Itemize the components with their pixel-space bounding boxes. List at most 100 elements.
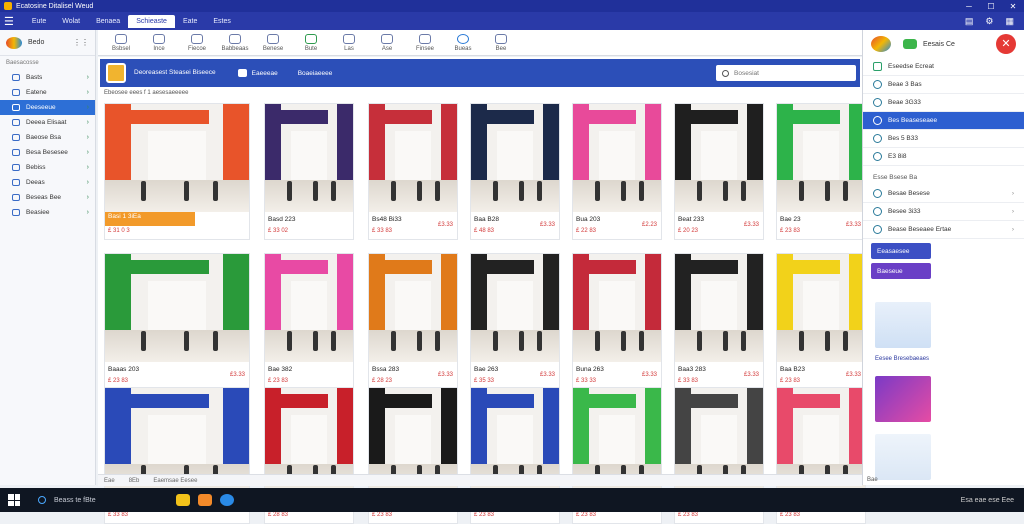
hamburger-icon[interactable]: ☰ <box>4 15 14 28</box>
toolbar-button[interactable]: Las <box>332 33 366 52</box>
promo-image-3[interactable] <box>875 434 931 480</box>
product-price: £ 23 83 <box>268 378 289 384</box>
sidebar-item[interactable]: Deeseeue › <box>0 100 95 115</box>
sidebar-item[interactable]: Deeas › <box>0 175 95 190</box>
toolbar-button[interactable]: Bsbsel <box>104 33 138 52</box>
product-card[interactable]: Bae 382 £ 23 83 <box>264 253 354 390</box>
store-photo[interactable] <box>675 104 763 212</box>
browser-icon[interactable] <box>219 494 234 506</box>
store-photo[interactable] <box>777 254 865 362</box>
sidebar-item[interactable]: Baeose Bsa › <box>0 130 95 145</box>
close-button[interactable]: ✕ <box>1002 2 1024 11</box>
product-card[interactable]: Baa B28 £ 48 83 £3.33 <box>470 103 560 240</box>
panel-row[interactable]: Beae 3G33 <box>863 94 1024 112</box>
store-floor <box>265 329 353 362</box>
product-card[interactable]: Bssa 283 £ 28 23 £3.33 <box>368 253 458 390</box>
panel-row[interactable]: E3 8i8 <box>863 148 1024 166</box>
banner-chip[interactable]: Eaeeeae <box>237 69 278 77</box>
store-photo[interactable] <box>675 254 763 362</box>
system-tray: Esa eae ese Eee <box>960 496 1014 504</box>
menu-item-4[interactable]: Schieaste <box>128 14 175 28</box>
panel-row[interactable]: Beae 3 Bas <box>863 76 1024 94</box>
grid-icon[interactable]: ▦ <box>1005 16 1014 27</box>
maximize-button[interactable]: ☐ <box>980 2 1002 11</box>
menu-item-2[interactable]: Wolat <box>54 15 88 28</box>
store-photo[interactable] <box>573 254 661 362</box>
shopper-figure <box>184 331 190 352</box>
product-card[interactable]: Bae 263 £ 35 33 £3.33 <box>470 253 560 390</box>
product-caption: Basd 223 <box>268 216 296 223</box>
sidebar-item[interactable]: Deeea Elisaat › <box>0 115 95 130</box>
document-icon[interactable]: ▤ <box>965 16 974 27</box>
settings-icon[interactable]: ⚙ <box>985 16 993 27</box>
product-card[interactable]: Buna 263 £ 33 33 £3.33 <box>572 253 662 390</box>
chevron-right-icon: › <box>86 89 89 96</box>
menu-item-5[interactable]: Eate <box>175 15 205 28</box>
panel-row[interactable]: Bes 5 B33 <box>863 130 1024 148</box>
toolbar-button[interactable]: Ase <box>370 33 404 52</box>
product-card[interactable]: Baaas 203 £ 23 83 £3.33 <box>104 253 250 390</box>
sidebar-item[interactable]: Beasiee › <box>0 205 95 220</box>
store-photo[interactable] <box>573 104 661 212</box>
menu-item-6[interactable]: Estes <box>205 15 239 28</box>
toolbar-label: Ase <box>381 45 393 52</box>
sidebar-item[interactable]: Bebiss › <box>0 160 95 175</box>
panel-button-primary[interactable]: Eeasaesee <box>871 243 931 259</box>
panel-row[interactable]: Besee 3i33 › <box>863 203 1024 221</box>
sidebar-item[interactable]: Besa Besesee › <box>0 145 95 160</box>
toolbar-button[interactable]: Babbeaas <box>218 33 252 52</box>
sidebar-item[interactable]: Basts › <box>0 70 95 85</box>
menu-item-3[interactable]: Benaea <box>88 15 128 28</box>
promo-image-2[interactable] <box>875 376 931 422</box>
shopper-figure <box>141 181 146 202</box>
card-icon <box>237 69 247 77</box>
toolbar-button[interactable]: Bee <box>484 33 518 52</box>
product-card[interactable]: Basi 1 3iEa £ 31 0 3 <box>104 103 250 240</box>
store-photo[interactable] <box>265 254 353 362</box>
search-input[interactable] <box>734 69 844 77</box>
store-photo[interactable] <box>777 104 865 212</box>
brand-logo <box>6 36 22 49</box>
product-card[interactable]: Beat 233 £ 20 23 £3.33 <box>674 103 764 240</box>
toolbar-button[interactable]: Fiecoe <box>180 33 214 52</box>
store-photo[interactable] <box>369 104 457 212</box>
panel-button-secondary[interactable]: Baeseue <box>871 263 931 279</box>
panel-row[interactable]: Bes Beaseseaee <box>863 112 1024 130</box>
store-photo[interactable] <box>471 254 559 362</box>
panel-row-label: Beae 3G33 <box>888 99 921 106</box>
panel-row[interactable]: Besae Besese › <box>863 185 1024 203</box>
minimize-button[interactable]: ─ <box>958 2 980 11</box>
toolbar-button[interactable]: Bueas <box>446 33 480 52</box>
store-photo[interactable] <box>369 254 457 362</box>
panel-row[interactable]: Bease Beseaee Ertae › <box>863 221 1024 239</box>
store-app-icon[interactable] <box>197 494 212 506</box>
sidebar-item[interactable]: Eatene › <box>0 85 95 100</box>
apps-grid-icon[interactable]: ⋮⋮ <box>73 38 89 47</box>
panel-row[interactable]: Eseedse Ecreat <box>863 58 1024 76</box>
product-card[interactable]: Baa B23 £ 23 83 £3.33 <box>776 253 866 390</box>
start-button[interactable] <box>8 494 20 506</box>
banner-tab[interactable]: Boaeiaeeee <box>298 70 333 77</box>
sidebar-item[interactable]: Beseas Bee › <box>0 190 95 205</box>
promo-image-1[interactable] <box>875 302 931 348</box>
taskbar-search[interactable]: Beass te fBte <box>38 496 96 504</box>
store-floor <box>265 179 353 212</box>
toolbar-button[interactable]: Bute <box>294 33 328 52</box>
toolbar-button[interactable]: Ince <box>142 33 176 52</box>
store-photo[interactable] <box>105 254 249 362</box>
chat-icon[interactable] <box>903 39 917 49</box>
product-card[interactable]: Basd 223 £ 33 02 <box>264 103 354 240</box>
store-photo[interactable] <box>105 104 249 212</box>
folder-icon[interactable] <box>175 494 190 506</box>
product-card[interactable]: Bs48 Bi33 £ 33 83 £3.33 <box>368 103 458 240</box>
toolbar-button[interactable]: Finsee <box>408 33 442 52</box>
power-button[interactable]: ✕ <box>996 34 1016 54</box>
search-box[interactable] <box>716 65 856 81</box>
menu-item-1[interactable]: Eute <box>24 15 54 28</box>
product-card[interactable]: Bae 23 £ 23 83 £3.33 <box>776 103 866 240</box>
product-card[interactable]: Baa3 283 £ 33 83 £3.33 <box>674 253 764 390</box>
product-card[interactable]: Bua 203 £ 22 83 £2.23 <box>572 103 662 240</box>
store-photo[interactable] <box>265 104 353 212</box>
toolbar-button[interactable]: Benese <box>256 33 290 52</box>
store-photo[interactable] <box>471 104 559 212</box>
